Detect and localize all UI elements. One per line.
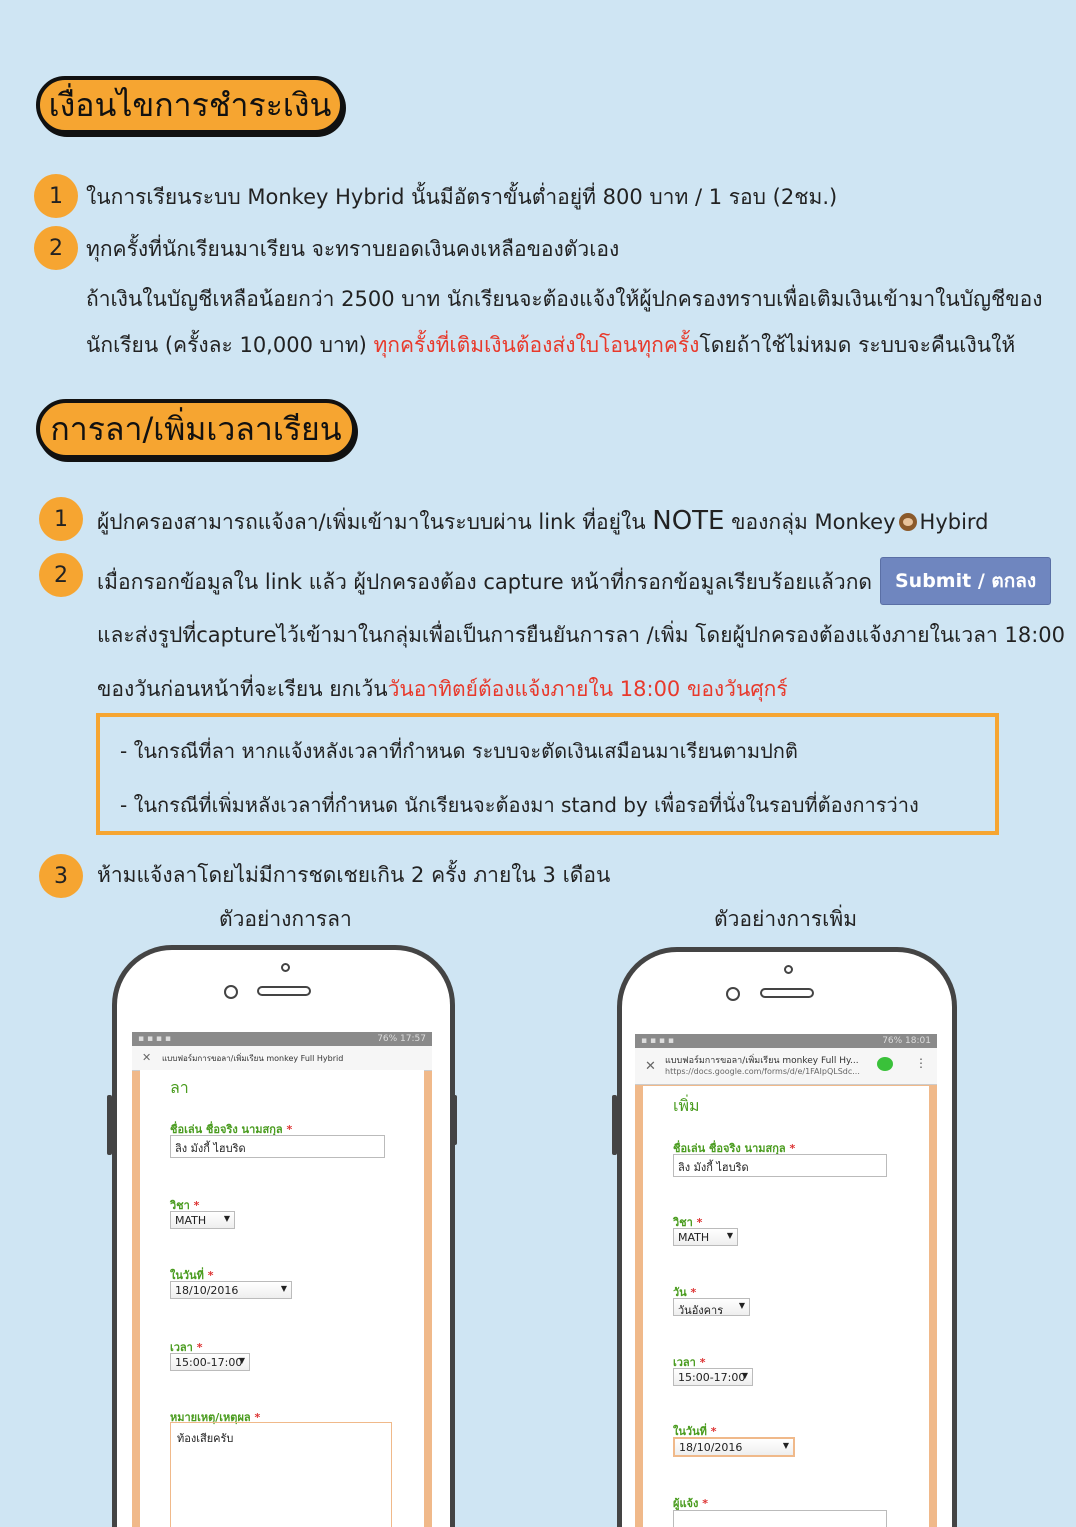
phone-screen: ▪ ▪ ▪ ▪ 76% 17:57 ✕ แบบฟอร์มการขอลา/เพิ่ม… [132, 1032, 432, 1527]
field-label-text: ผู้แจ้ง [673, 1497, 699, 1510]
step-number: 1 [34, 174, 78, 218]
line-icon[interactable] [877, 1057, 893, 1071]
required-asterisk: * [702, 1497, 708, 1510]
leave-rule-2-line3: ของวันก่อนหน้าที่จะเรียน ยกเว้นวันอาทิตย… [97, 673, 788, 706]
battery-time: 76% 18:01 [882, 1036, 931, 1046]
detail-text: นักเรียน (ครั้งละ 10,000 บาท) [86, 333, 374, 357]
leave-example-phone: ▪ ▪ ▪ ▪ 76% 17:57 ✕ แบบฟอร์มการขอลา/เพิ่ม… [112, 945, 455, 1527]
submit-button-example: Submit / ตกลง [880, 557, 1052, 605]
payment-rule-2-detail-line2: นักเรียน (ครั้งละ 10,000 บาท) ทุกครั้งที… [86, 329, 1015, 362]
sunday-deadline-warning: วันอาทิตย์ต้องแจ้งภายใน 18:00 ของวันศุกร… [387, 677, 788, 701]
close-tab-icon[interactable]: ✕ [142, 1051, 151, 1064]
page-url: https://docs.google.com/forms/d/e/1FAIpQ… [665, 1067, 860, 1076]
dropdown-arrow-icon: ▼ [738, 1301, 745, 1310]
phone-speaker [760, 988, 814, 998]
dropdown-arrow-icon: ▼ [741, 1371, 748, 1380]
browser-bar: ✕ แบบฟอร์มการขอลา/เพิ่มเรียน monkey Full… [635, 1048, 937, 1085]
google-form: เพิ่ม ชื่อเล่น ชื่อจริง นามสกุล * ลิง มั… [643, 1086, 929, 1527]
monkey-icon [898, 513, 917, 531]
time-select[interactable]: 15:00-17:00 ▼ [170, 1353, 250, 1371]
dropdown-arrow-icon: ▼ [280, 1284, 287, 1293]
more-menu-icon[interactable]: ⋮ [915, 1056, 927, 1070]
submit-button-label: Submit / ตกลง [880, 557, 1052, 605]
time-value: 15:00-17:00 [175, 1356, 243, 1369]
cases-box: - ในกรณีที่ลา หากแจ้งหลังเวลาที่กำหนด ระ… [96, 713, 999, 835]
leave-extra-heading-text: การลา/เพิ่มเวลาเรียน [50, 409, 342, 448]
form-title: ลา [170, 1078, 189, 1097]
dropdown-arrow-icon: ▼ [782, 1441, 789, 1450]
phone-camera [726, 987, 740, 1001]
date-value: 18/10/2016 [175, 1284, 239, 1297]
step-number: 3 [39, 854, 83, 898]
dropdown-arrow-icon: ▼ [726, 1231, 733, 1240]
dropdown-arrow-icon: ▼ [238, 1356, 245, 1365]
phone-camera [224, 985, 238, 999]
transfer-slip-warning: ทุกครั้งที่เติมเงินต้องส่งใบโอนทุกครั้ง [373, 333, 700, 357]
status-bar: ▪ ▪ ▪ ▪ 76% 17:57 [132, 1032, 432, 1046]
close-tab-icon[interactable]: ✕ [645, 1059, 656, 1074]
subject-value: MATH [175, 1214, 207, 1227]
notifier-input[interactable] [673, 1510, 887, 1527]
rule-text: ผู้ปกครองสามารถแจ้งลา/เพิ่มเข้ามาในระบบผ… [97, 510, 653, 534]
extra-example-phone: ▪ ▪ ▪ ▪ 76% 18:01 ✕ แบบฟอร์มการขอลา/เพิ่ม… [617, 947, 957, 1527]
day-select[interactable]: วันอังคาร ▼ [673, 1298, 750, 1317]
date-value: 18/10/2016 [679, 1441, 743, 1454]
phone-speaker [257, 986, 311, 996]
phone-sensor [784, 965, 793, 974]
notification-icons: ▪ ▪ ▪ ▪ [641, 1036, 674, 1046]
subject-value: MATH [678, 1231, 710, 1244]
time-select[interactable]: 15:00-17:00 ▼ [673, 1368, 753, 1386]
notification-icons: ▪ ▪ ▪ ▪ [138, 1034, 171, 1044]
late-leave-case: - ในกรณีที่ลา หากแจ้งหลังเวลาที่กำหนด ระ… [120, 739, 798, 763]
browser-bar: ✕ แบบฟอร์มการขอลา/เพิ่มเรียน monkey Full… [132, 1046, 432, 1071]
leave-rule-2-line2: และส่งรูปที่captureไว้เข้ามาในกลุ่มเพื่อ… [97, 623, 1066, 647]
step-number: 1 [39, 497, 83, 541]
note-text: NOTE [652, 506, 725, 536]
reason-textarea[interactable]: ท้องเสียครับ [170, 1422, 392, 1527]
rule-text: Hybird [919, 510, 989, 534]
day-value: วันอังคาร [678, 1304, 724, 1317]
google-form: ลา ชื่อเล่น ชื่อจริง นามสกุล * ลิง มังกี… [140, 1070, 424, 1527]
payment-rule-1: ในการเรียนระบบ Monkey Hybrid นั้นมีอัตรา… [86, 185, 838, 209]
payment-conditions-heading-text: เงื่อนไขการชำระเงิน [48, 85, 332, 124]
time-value: 15:00-17:00 [678, 1371, 746, 1384]
payment-rule-2: ทุกครั้งที่นักเรียนมาเรียน จะทราบยอดเงิน… [86, 237, 620, 261]
name-input[interactable]: ลิง มังกี้ ไฮบริด [673, 1154, 887, 1177]
leave-rule-2-line1: เมื่อกรอกข้อมูลใน link แล้ว ผู้ปกครองต้อ… [97, 570, 873, 594]
subject-select[interactable]: MATH ▼ [673, 1228, 738, 1246]
date-select[interactable]: 18/10/2016 ▼ [673, 1437, 795, 1457]
subject-select[interactable]: MATH ▼ [170, 1211, 235, 1229]
form-title: เพิ่ม [673, 1096, 700, 1115]
battery-time: 76% 17:57 [377, 1034, 426, 1044]
dropdown-arrow-icon: ▼ [223, 1214, 230, 1223]
date-select[interactable]: 18/10/2016 ▼ [170, 1281, 292, 1299]
tab-title: แบบฟอร์มการขอลา/เพิ่มเรียน monkey Full H… [665, 1056, 859, 1066]
leave-rule-1: ผู้ปกครองสามารถแจ้งลา/เพิ่มเข้ามาในระบบผ… [97, 506, 989, 539]
payment-rule-2-detail-line1: ถ้าเงินในบัญชีเหลือน้อยกว่า 2500 บาท นัก… [86, 287, 1043, 311]
step-number: 2 [39, 553, 83, 597]
step-number: 2 [34, 226, 78, 270]
late-extra-case: - ในกรณีที่เพิ่มหลังเวลาที่กำหนด นักเรีย… [120, 793, 919, 817]
leave-rule-3: ห้ามแจ้งลาโดยไม่มีการชดเชยเกิน 2 ครั้ง ภ… [97, 863, 611, 887]
name-input[interactable]: ลิง มังกี้ ไฮบริด [170, 1135, 385, 1158]
rule-text: ของวันก่อนหน้าที่จะเรียน ยกเว้น [97, 677, 388, 701]
leave-example-caption: ตัวอย่างการลา [219, 907, 352, 931]
extra-example-caption: ตัวอย่างการเพิ่ม [714, 907, 858, 931]
status-bar: ▪ ▪ ▪ ▪ 76% 18:01 [635, 1034, 937, 1048]
phone-screen: ▪ ▪ ▪ ▪ 76% 18:01 ✕ แบบฟอร์มการขอลา/เพิ่ม… [635, 1034, 937, 1527]
leave-extra-heading: การลา/เพิ่มเวลาเรียน [36, 399, 356, 459]
tab-title: แบบฟอร์มการขอลา/เพิ่มเรียน monkey Full H… [162, 1054, 344, 1063]
detail-text: โดยถ้าใช้ไม่หมด ระบบจะคืนเงินให้ [699, 333, 1016, 357]
payment-conditions-heading: เงื่อนไขการชำระเงิน [36, 76, 344, 134]
rule-text: ของกลุ่ม Monkey [724, 510, 896, 534]
phone-sensor [281, 963, 290, 972]
